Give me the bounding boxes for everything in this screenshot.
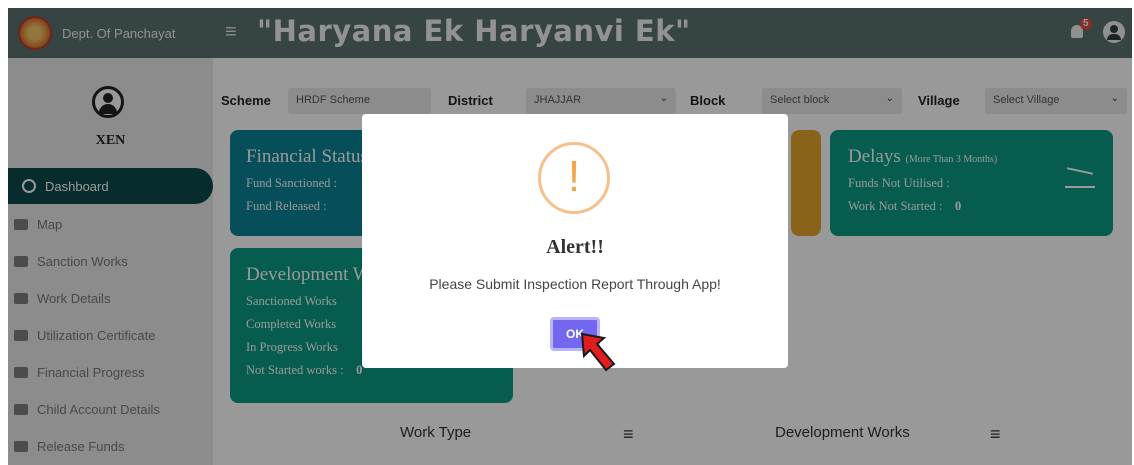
- alert-title: Alert!!: [546, 236, 604, 258]
- warning-icon: !: [538, 142, 610, 214]
- app-window: Dept. Of Panchayat XEN Dashboard Map San…: [8, 8, 1132, 465]
- alert-message: Please Submit Inspection Report Through …: [429, 276, 721, 292]
- alert-dialog: ! Alert!! Please Submit Inspection Repor…: [362, 114, 788, 368]
- red-arrow-pointer-icon: [580, 332, 616, 372]
